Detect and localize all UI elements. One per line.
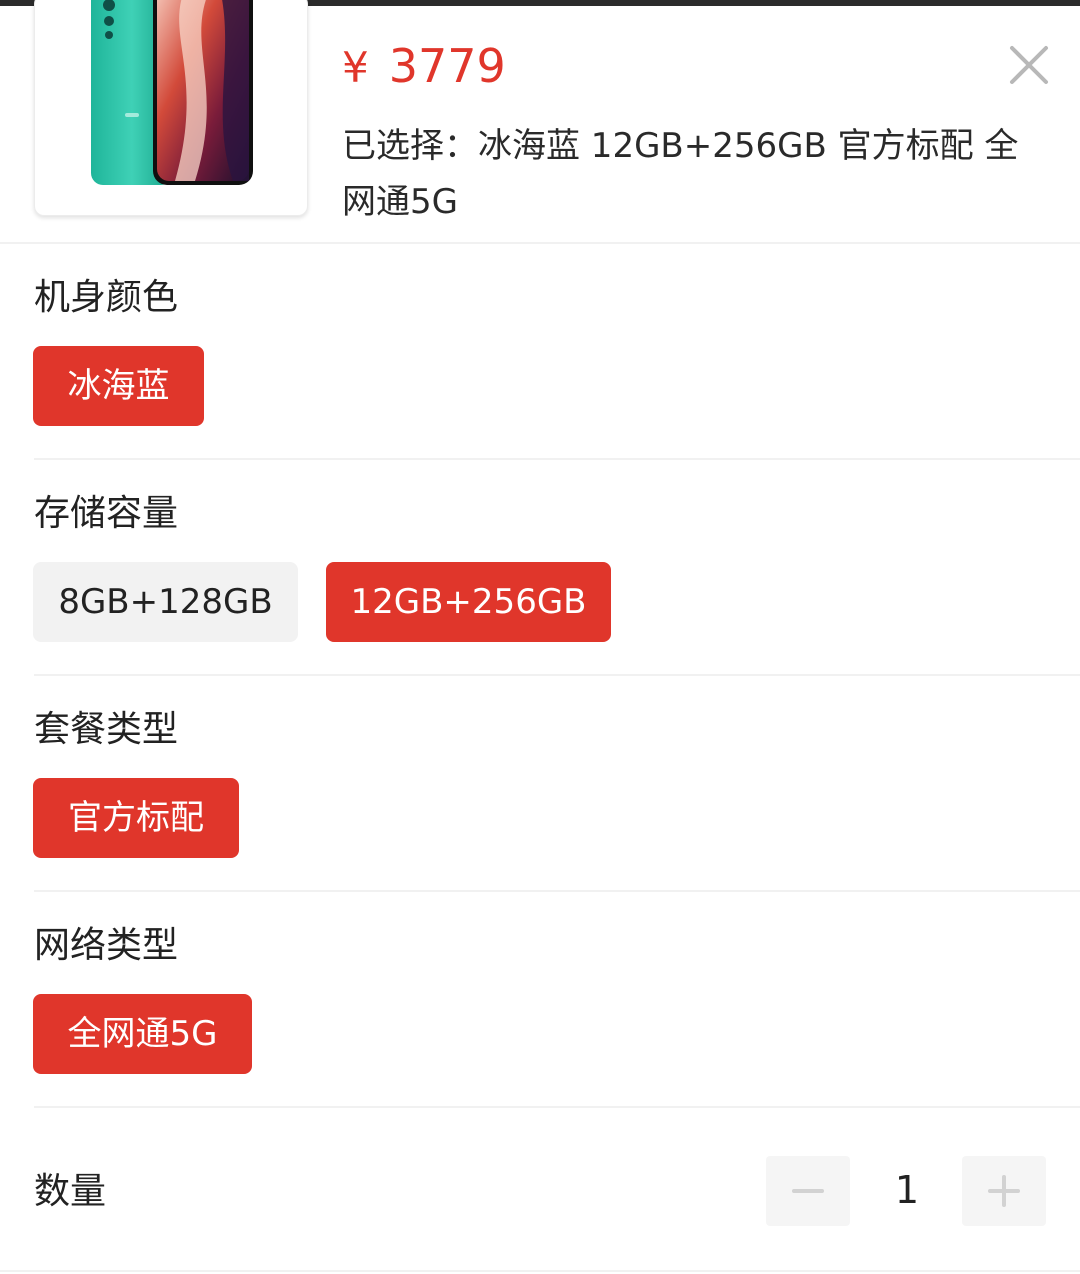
group-title-color: 机身颜色: [34, 277, 179, 318]
section-divider: [34, 458, 1080, 460]
section-divider: [34, 890, 1080, 892]
section-divider: [34, 674, 1080, 676]
quantity-label: 数量: [34, 1171, 107, 1212]
option-color-ice-blue[interactable]: 冰海蓝: [33, 346, 204, 426]
group-title-storage: 存储容量: [34, 493, 179, 534]
close-icon: [1010, 46, 1048, 84]
close-button[interactable]: [1006, 42, 1052, 88]
option-package-official[interactable]: 官方标配: [33, 778, 239, 858]
selected-summary: 已选择：冰海蓝 12GB+256GB 官方标配 全网通5G: [342, 126, 1019, 222]
currency-symbol: ¥: [342, 43, 369, 92]
sku-selection-sheet: ¥3779 已选择：冰海蓝 12GB+256GB 官方标配 全网通5G 机身颜色…: [0, 0, 1080, 1274]
header-divider: [0, 242, 1080, 244]
bottom-divider: [0, 1270, 1080, 1272]
option-storage-12-256[interactable]: 12GB+256GB: [326, 562, 611, 642]
phone-product-image: [91, 0, 253, 185]
minus-icon: [792, 1189, 824, 1193]
quantity-value[interactable]: 1: [860, 1166, 954, 1214]
quantity-increase-button[interactable]: [962, 1156, 1046, 1226]
option-storage-8-128[interactable]: 8GB+128GB: [33, 562, 298, 642]
option-network-5g[interactable]: 全网通5G: [33, 994, 252, 1074]
price: ¥3779: [342, 40, 506, 94]
group-title-network: 网络类型: [34, 925, 179, 966]
quantity-decrease-button[interactable]: [766, 1156, 850, 1226]
product-thumbnail: [34, 0, 308, 216]
plus-icon: [988, 1175, 1020, 1207]
price-value: 3779: [388, 39, 506, 93]
section-divider: [34, 1106, 1080, 1108]
group-title-package: 套餐类型: [34, 709, 179, 750]
